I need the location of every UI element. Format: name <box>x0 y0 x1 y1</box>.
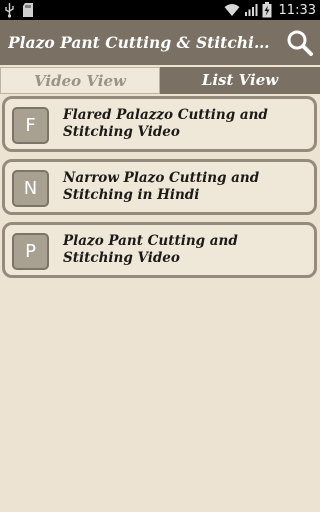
list-item[interactable]: P Plazo Pant Cutting and Stitching Video <box>2 222 317 278</box>
list-item-title: Narrow Plazo Cutting and Stitching in Hi… <box>63 170 260 203</box>
action-bar: Plazo Pant Cutting & Stitching - Plazo P… <box>0 20 320 65</box>
view-tabs: Video View List View <box>0 67 320 94</box>
status-bar: 11:33 <box>0 0 320 20</box>
list-item[interactable]: N Narrow Plazo Cutting and Stitching in … <box>2 159 317 215</box>
list-item-title: Plazo Pant Cutting and Stitching Video <box>63 233 238 266</box>
signal-icon <box>244 4 258 16</box>
usb-icon <box>5 3 14 18</box>
tab-video-view[interactable]: Video View <box>0 67 160 94</box>
search-button[interactable] <box>286 29 314 57</box>
search-icon <box>287 30 313 56</box>
app-title: Plazo Pant Cutting & Stitching - Plazo P… <box>8 33 276 52</box>
sd-card-icon <box>23 3 33 17</box>
tab-list-view[interactable]: List View <box>160 67 320 94</box>
battery-charging-icon <box>262 2 272 18</box>
letter-avatar: P <box>12 233 49 270</box>
letter-avatar: N <box>12 170 49 207</box>
clock: 11:33 <box>278 2 316 18</box>
letter-avatar: F <box>12 107 49 144</box>
wifi-icon <box>224 4 240 16</box>
list-item-title: Flared Palazzo Cutting and Stitching Vid… <box>63 107 268 140</box>
list-item[interactable]: F Flared Palazzo Cutting and Stitching V… <box>2 96 317 152</box>
